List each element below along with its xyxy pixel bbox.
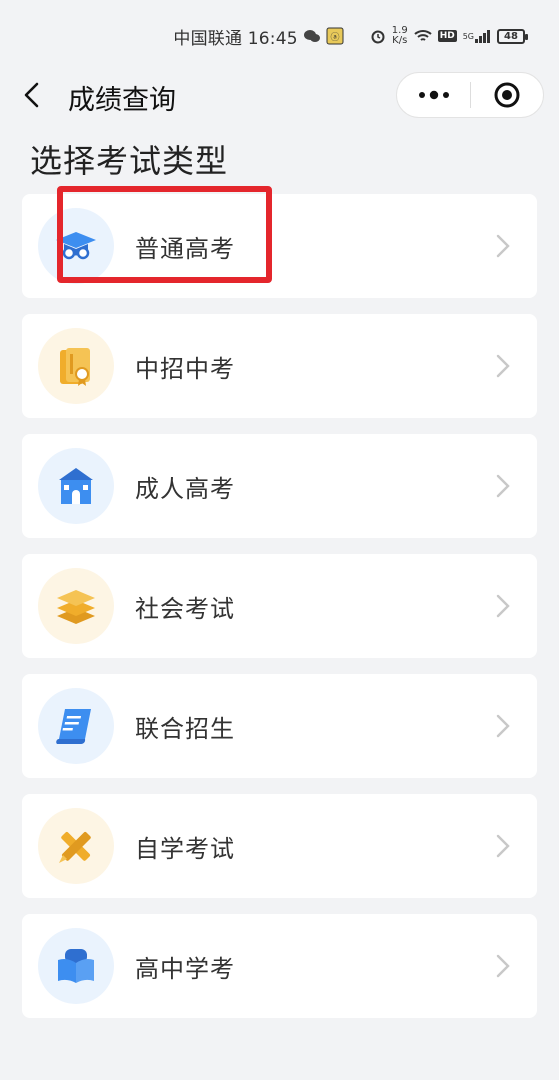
- exam-type-list: 普通高考 中招中考 成人高考 社会考试 联合招生 自学考试 高中学考: [22, 194, 537, 1034]
- chevron-right-icon: [496, 234, 510, 258]
- exam-type-page: 中国联通 16:45 ⓐ 1.9 K/s HD 5G 48 成绩查询 选择考试类…: [0, 0, 559, 1080]
- section-title: 选择考试类型: [30, 142, 229, 180]
- icon-circle: [38, 568, 114, 644]
- app-notification-icon: ⓐ: [326, 27, 344, 45]
- carrier-time: 中国联通 16:45: [173, 28, 298, 49]
- more-button[interactable]: [397, 72, 470, 118]
- icon-circle: [38, 808, 114, 884]
- svg-text:ⓐ: ⓐ: [330, 32, 339, 43]
- list-item-label: 中招中考: [135, 355, 235, 383]
- layers-stack-icon: [57, 590, 95, 624]
- miniprogram-capsule: [396, 72, 544, 118]
- icon-circle: [38, 688, 114, 764]
- status-bar: 中国联通 16:45 ⓐ 1.9 K/s HD 5G 48: [0, 0, 559, 72]
- pencil-ruler-icon: [59, 831, 91, 863]
- chevron-right-icon: [496, 474, 510, 498]
- more-dots-icon: [418, 90, 449, 100]
- list-item-label: 社会考试: [135, 595, 235, 623]
- chevron-right-icon: [496, 714, 510, 738]
- list-item-hs-academic-test[interactable]: 高中学考: [22, 914, 537, 1018]
- signal-icon: 5G: [463, 29, 491, 43]
- page-title: 成绩查询: [68, 85, 176, 116]
- target-close-icon: [494, 82, 520, 108]
- list-item-label: 高中学考: [135, 955, 235, 983]
- back-button[interactable]: [22, 80, 50, 110]
- certificate-book-icon: [60, 348, 90, 386]
- school-building-icon: [59, 468, 93, 504]
- icon-circle: [38, 928, 114, 1004]
- chevron-right-icon: [496, 834, 510, 858]
- nav-bar: 成绩查询: [0, 72, 559, 118]
- chevron-left-icon: [24, 82, 39, 108]
- list-item-adult-gaokao[interactable]: 成人高考: [22, 434, 537, 538]
- chevron-right-icon: [496, 594, 510, 618]
- chevron-right-icon: [496, 354, 510, 378]
- alarm-clock-icon: [370, 28, 386, 44]
- highlight-annotation-box: [57, 186, 272, 283]
- network-speed: 1.9 K/s: [391, 25, 408, 46]
- list-item-label: 联合招生: [135, 715, 235, 743]
- wifi-icon: [414, 29, 432, 43]
- list-item-zhongkao[interactable]: 中招中考: [22, 314, 537, 418]
- wechat-notification-icon: [303, 29, 320, 43]
- chevron-right-icon: [496, 954, 510, 978]
- list-item-label: 自学考试: [135, 835, 235, 863]
- list-item-self-study-exam[interactable]: 自学考试: [22, 794, 537, 898]
- icon-circle: [38, 448, 114, 524]
- list-item-joint-enrollment[interactable]: 联合招生: [22, 674, 537, 778]
- battery-indicator: 48: [497, 28, 528, 44]
- list-item-social-exam[interactable]: 社会考试: [22, 554, 537, 658]
- open-book-icon: [58, 949, 94, 983]
- hd-badge: HD: [437, 30, 457, 42]
- close-button[interactable]: [471, 72, 543, 118]
- list-item-label: 成人高考: [135, 475, 235, 503]
- scroll-document-icon: [56, 709, 91, 745]
- icon-circle: [38, 328, 114, 404]
